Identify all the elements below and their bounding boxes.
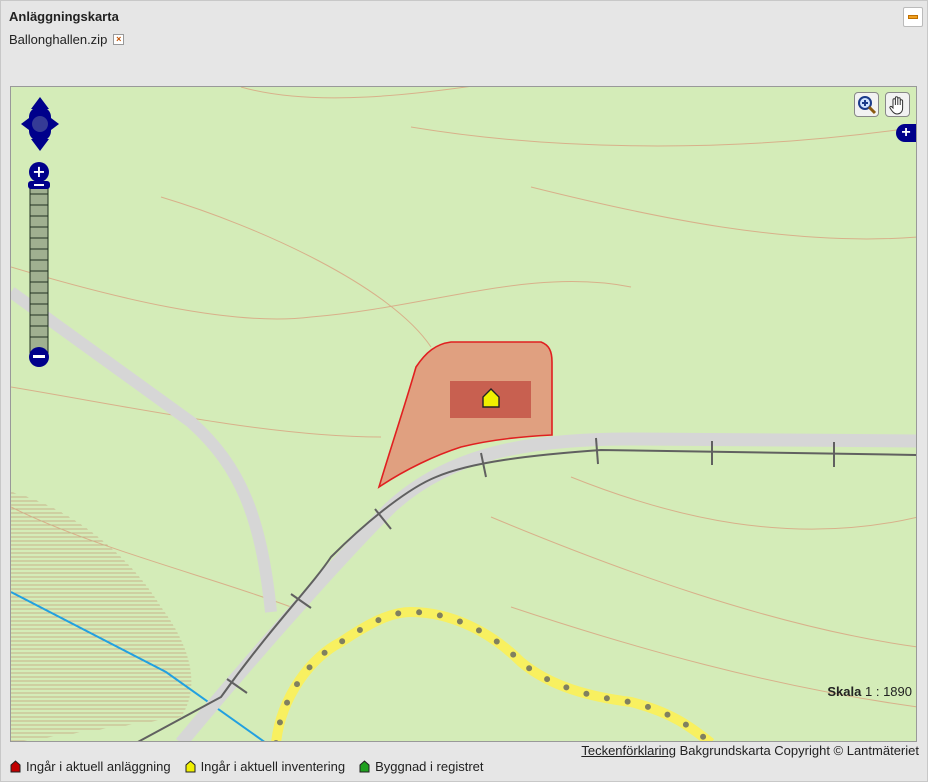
panel-title: Anläggningskarta	[9, 9, 119, 24]
svg-text:+: +	[32, 162, 45, 181]
file-row: Ballonghallen.zip ×	[9, 32, 125, 47]
collapse-button[interactable]	[903, 7, 923, 27]
house-red-icon	[10, 760, 21, 773]
legend-item: Byggnad i registret	[359, 759, 484, 774]
legend-label: Ingår i aktuell inventering	[200, 759, 346, 774]
close-icon[interactable]: ×	[113, 34, 125, 45]
legend: Ingår i aktuell anläggning Ingår i aktue…	[10, 759, 484, 774]
attribution: Teckenförklaring Bakgrundskarta Copyrigh…	[581, 743, 919, 758]
scale-readout: Skala 1 : 1890	[827, 684, 912, 699]
pan-tool-button[interactable]	[885, 92, 910, 117]
legend-item: Ingår i aktuell inventering	[185, 759, 346, 774]
minimize-icon	[908, 15, 918, 19]
file-name: Ballonghallen.zip	[9, 32, 108, 47]
house-yellow-icon	[185, 760, 196, 773]
legend-link[interactable]: Teckenförklaring	[581, 743, 676, 758]
legend-label: Ingår i aktuell anläggning	[26, 759, 171, 774]
scale-label: Skala	[827, 684, 862, 699]
map-view[interactable]: + + Skala 1: 1890	[10, 86, 917, 742]
layer-switcher-button[interactable]: +	[896, 124, 916, 142]
scale-value: 1 : 1890	[865, 684, 912, 699]
attribution-text: Bakgrundskarta Copyright © Lantmäteriet	[679, 743, 919, 758]
zoom-box-button[interactable]	[854, 92, 879, 117]
pan-control-icon[interactable]	[19, 95, 61, 153]
map-background	[11, 87, 916, 741]
legend-item: Ingår i aktuell anläggning	[10, 759, 171, 774]
zoom-slider[interactable]: +	[28, 161, 50, 369]
zoom-in-icon	[857, 95, 876, 114]
hand-icon	[888, 95, 903, 115]
house-green-icon	[359, 760, 370, 773]
legend-label: Byggnad i registret	[375, 759, 484, 774]
map-panel: Anläggningskarta Ballonghallen.zip × + +…	[0, 0, 928, 782]
